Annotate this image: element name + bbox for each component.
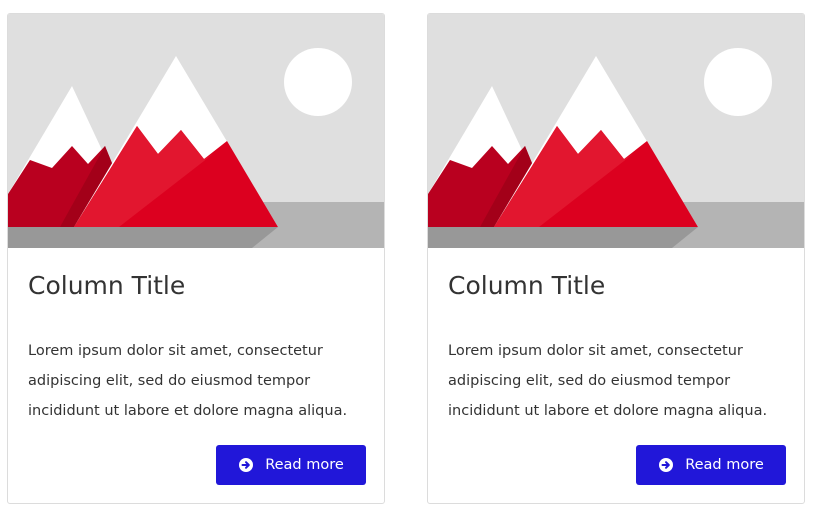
read-more-label: Read more	[265, 457, 344, 473]
landscape-image	[8, 14, 384, 248]
card-body-text: Lorem ipsum dolor sit amet, consectetur …	[448, 343, 768, 419]
read-more-label: Read more	[685, 457, 764, 473]
card-2: Column Title Lorem ipsum dolor sit amet,…	[427, 13, 805, 504]
read-more-button[interactable]: Read more	[216, 445, 366, 485]
landscape-image	[428, 14, 804, 248]
card-body-text: Lorem ipsum dolor sit amet, consectetur …	[28, 343, 348, 419]
card-title: Column Title	[28, 271, 186, 300]
arrow-circle-right-icon	[238, 457, 254, 473]
card-title: Column Title	[448, 271, 606, 300]
card-1: Column Title Lorem ipsum dolor sit amet,…	[7, 13, 385, 504]
arrow-circle-right-icon	[658, 457, 674, 473]
read-more-button[interactable]: Read more	[636, 445, 786, 485]
